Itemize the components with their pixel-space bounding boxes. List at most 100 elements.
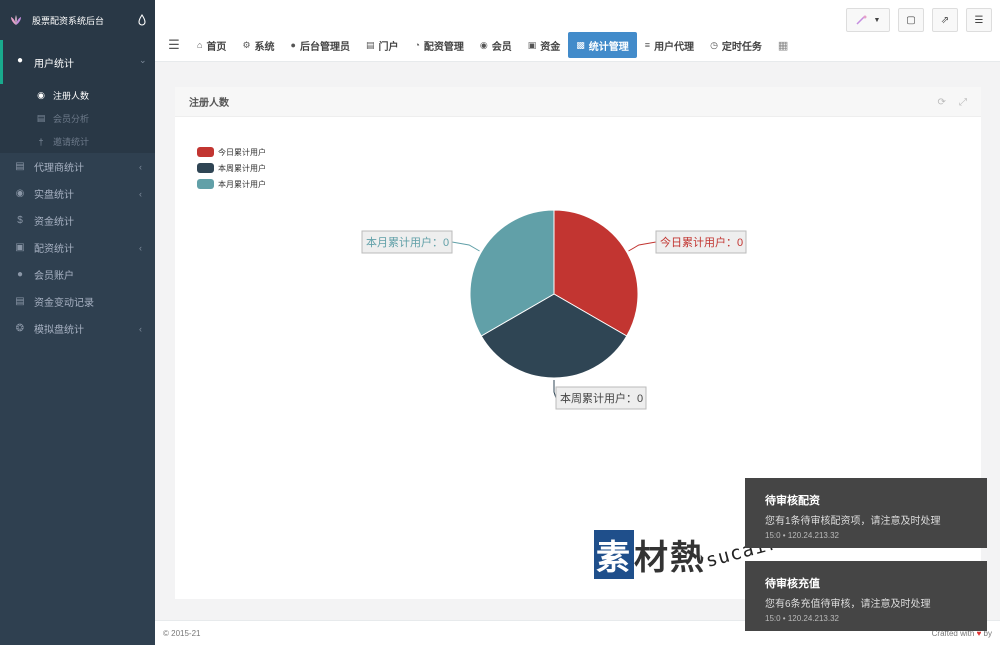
sidebar-item-sim-stats[interactable]: ❂ 模拟盘统计 ‹ [0,315,155,342]
users-icon: ◉ [479,39,488,50]
chevron-left-icon: ‹ [139,161,142,172]
tab-label: 统计管理 [588,41,629,53]
brand-title: 股票配资系统后台 [32,15,105,26]
ship-wheel-icon: ❂ [15,323,25,334]
tab-statistics[interactable]: ▩ 统计管理 [568,32,637,58]
tab-label: 会员 [491,41,512,53]
clear-cache-button[interactable]: ▢ [898,8,924,32]
top-menu: ☰ ⌂ 首页 ⚙ 系统 ● 后台管理员 ▤ 门户 ◔ 配资管理 ◉ 会员 ▣ 资金 ▩ 统计管理… [163,32,788,58]
sidebar-item-fund-stats[interactable]: $ 资金统计 [0,207,155,234]
sidebar-subitem-label: 注册人数 [53,91,90,101]
dollar-icon: $ [17,215,23,226]
watermark-logo: 素材熱 [594,530,706,579]
tab-scheduled-tasks[interactable]: ◷ 定时任务 [702,32,770,58]
panel-title: 注册人数 [189,98,229,109]
sidebar-item-label: 实盘统计 [34,190,74,201]
watermark-chars: 材熱 [634,539,706,577]
tab-members[interactable]: ◉ 会员 [472,32,520,58]
gear-icon: ⚙ [242,39,251,50]
tab-label: 资金 [540,41,561,53]
watermark-char: 素 [594,530,634,579]
sidebar-item-label: 资金变动记录 [34,298,94,309]
mic-icon: † [38,136,44,147]
sidebar-item-label: 模拟盘统计 [34,325,84,336]
tab-funds[interactable]: ▣ 资金 [520,32,569,58]
caret-down-icon: ▼ [873,16,881,24]
tab-label: 系统 [254,41,275,53]
external-link-icon: ⇗ [940,14,950,26]
tab-system[interactable]: ⚙ 系统 [234,32,282,58]
refresh-icon[interactable]: ⟳ [938,97,946,108]
eye-icon: ◉ [15,188,25,199]
sidebar-subitem-label: 会员分析 [53,114,90,124]
toast-pending-recharge[interactable]: 待审核充值 您有6条充值待审核，请注意及时处理 15:0 • 120.24.21… [745,561,987,631]
user-icon: ● [16,269,24,280]
tab-label: 门户 [378,41,399,53]
users-icon: ◉ [37,90,45,100]
expand-icon[interactable]: ⤢ [959,97,967,108]
sidebar-item-user-stats[interactable]: ● 用户统计 ⌄ [0,40,155,84]
tab-admins[interactable]: ● 后台管理员 [283,32,358,58]
legend-swatch [197,179,214,189]
tab-label: 首页 [206,41,227,53]
tab-margin-management[interactable]: ◔ 配资管理 [406,32,471,58]
chevron-down-icon: ⌄ [139,55,147,65]
home-icon: ⌂ [197,40,203,50]
pie-leader-line [628,241,657,252]
legend-swatch [197,147,214,157]
menu-toggle-icon[interactable]: ☰ [163,37,185,53]
sidebar-item-label: 用户统计 [34,59,74,70]
tab-home[interactable]: ⌂ 首页 [189,32,234,58]
sidebar-subitem-registrations[interactable]: ◉ 注册人数 [0,84,155,107]
grid-icon[interactable]: ▦ [778,39,788,52]
sidebar-item-label: 代理商统计 [34,163,84,174]
sidebar-item-member-accounts[interactable]: ● 会员账户 [0,261,155,288]
tab-portal[interactable]: ▤ 门户 [358,32,407,58]
pie-icon: ◔ [414,40,420,50]
chevron-left-icon: ‹ [139,323,142,334]
film-icon: ▤ [36,113,46,123]
list-icon: ▤ [15,161,25,172]
legend-swatch [197,163,214,173]
toast-message: 您有1条待审核配资项，请注意及时处理 [765,516,941,527]
toast-meta: 15:0 • 120.24.213.32 [765,614,839,623]
skin-drop-icon[interactable] [137,14,147,26]
toolbar: ▼ ▢ ⇗ ☰ [838,8,992,32]
external-link-button[interactable]: ⇗ [932,8,958,32]
sidebar-item-margin-stats[interactable]: ▣ 配资统计 ‹ [0,234,155,261]
toast-title: 待审核配资 [765,495,820,507]
tab-label: 后台管理员 [299,41,350,53]
user-icon: ● [290,40,296,50]
brand: 股票配资系统后台 [0,0,155,40]
sidebar: 股票配资系统后台 ● 用户统计 ⌄ ◉ 注册人数 ▤ 会员分析 † 邀请统计 ▤… [0,0,155,645]
toast-meta: 15:0 • 120.24.213.32 [765,531,839,540]
list-view-button[interactable]: ☰ [966,8,992,32]
chevron-left-icon: ‹ [139,188,142,199]
tab-label: 配资管理 [423,41,464,53]
sidebar-item-agent-stats[interactable]: ▤ 代理商统计 ‹ [0,153,155,180]
watermark: 素材熱 sucaire.com [594,515,841,579]
money-icon: ▣ [527,39,537,50]
sidebar-item-fund-records[interactable]: ▤ 资金变动记录 [0,288,155,315]
sidebar-item-label: 会员账户 [34,271,74,282]
money-icon: ▤ [15,296,25,307]
toast-pending-margin[interactable]: 待审核配资 您有1条待审核配资项，请注意及时处理 15:0 • 120.24.2… [745,478,987,548]
sidebar-item-live-stats[interactable]: ◉ 实盘统计 ‹ [0,180,155,207]
tab-user-agents[interactable]: ≡ 用户代理 [637,32,702,58]
clock-icon: ◷ [710,39,718,50]
sidebar-subitem-member-analysis[interactable]: ▤ 会员分析 [0,107,155,130]
chevron-left-icon: ‹ [139,242,142,253]
theme-dropdown-button[interactable]: ▼ [846,8,890,32]
sidebar-item-label: 资金统计 [34,217,74,228]
trash-icon: ▢ [906,14,916,26]
sidebar-subitem-invite-stats[interactable]: † 邀请统计 [0,130,155,153]
panel-tools: ⟳ ⤢ [928,96,967,108]
pie-label: 本月累计用户：0 [366,235,449,249]
pie-leader-line [451,241,480,252]
toast-message: 您有6条充值待审核，请注意及时处理 [765,599,931,610]
tab-label: 定时任务 [721,41,762,53]
toast-title: 待审核充值 [765,578,820,590]
sidebar-item-label: 配资统计 [34,244,74,255]
newspaper-icon: ▤ [365,39,375,50]
tab-label: 用户代理 [654,41,695,53]
